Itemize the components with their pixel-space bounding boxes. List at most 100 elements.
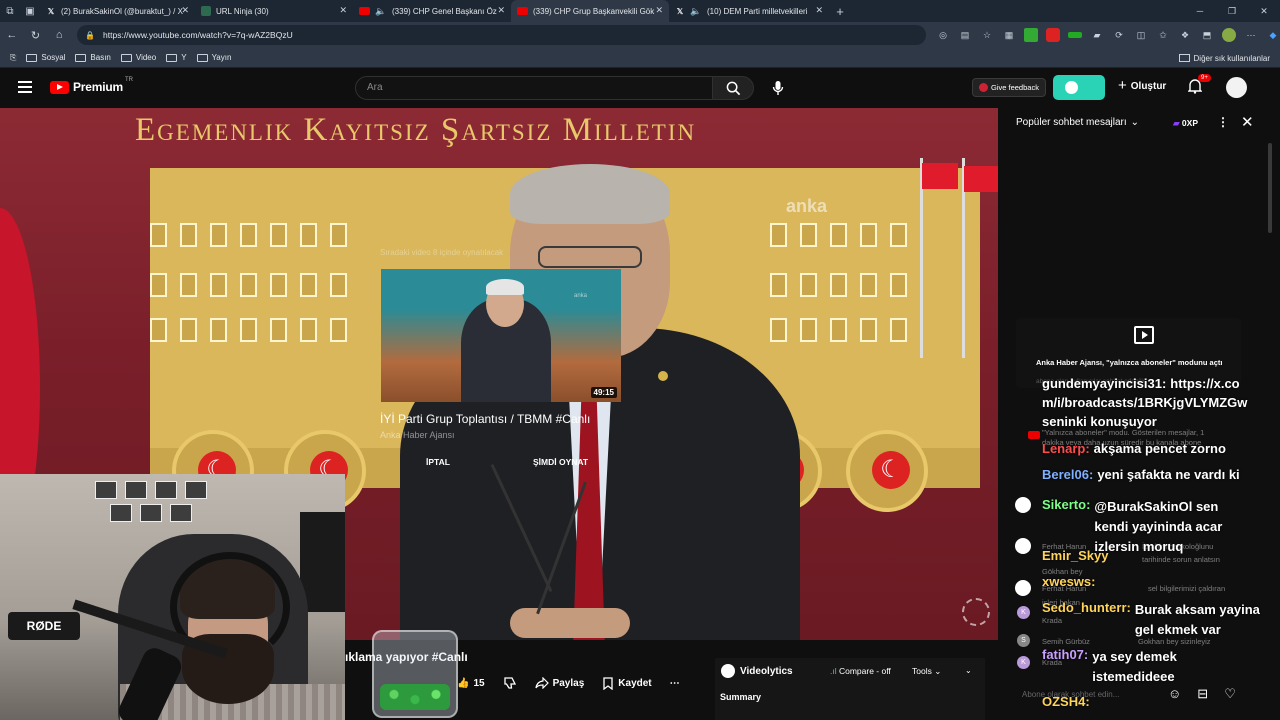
dislike-button[interactable]: [503, 676, 517, 690]
search-input[interactable]: Ara: [355, 76, 713, 100]
feedback-icon: [979, 83, 988, 92]
heart-icon[interactable]: ♡: [1224, 686, 1236, 702]
close-tab-icon[interactable]: ✕: [339, 5, 347, 16]
extension-cycle-icon[interactable]: ⟳: [1112, 28, 1126, 42]
extension-folder-icon[interactable]: ▰: [1090, 28, 1104, 42]
chat-mode-dropdown[interactable]: Popüler sohbet mesajları ⌄: [1016, 117, 1139, 128]
create-button[interactable]: + Oluştur: [1118, 78, 1166, 93]
chat-username[interactable]: Emir_Skyy: [1042, 548, 1109, 563]
menu-dots-icon[interactable]: ⋯: [1244, 28, 1258, 42]
browser-tab[interactable]: 𝕏 (2) BurakSakinOl (@buraktut_) / X ✕: [40, 0, 195, 22]
chat-username[interactable]: Berel06:: [1042, 467, 1093, 482]
chat-username[interactable]: Sedo_hunterr:: [1042, 600, 1131, 615]
save-button[interactable]: Kaydet: [602, 676, 652, 690]
reader-icon[interactable]: ▤: [958, 28, 972, 42]
extension-battery-icon[interactable]: [1068, 32, 1082, 38]
channel-branding-icon[interactable]: [962, 598, 990, 626]
lock-icon[interactable]: 🔒: [85, 31, 95, 40]
notifications-button[interactable]: 9+: [1187, 74, 1211, 99]
up-next-title[interactable]: İYİ Parti Grup Toplantısı / TBMM #Canlı: [380, 412, 590, 426]
building-window: [180, 318, 197, 342]
browser-tab[interactable]: URL Ninja (30) ✕: [195, 0, 353, 22]
youtube-logo[interactable]: Premium TR: [50, 77, 133, 94]
home-icon[interactable]: ⌂: [47, 29, 71, 41]
bookmark-folder[interactable]: Video: [120, 53, 156, 62]
favorites-icon[interactable]: ✩: [1156, 28, 1170, 42]
chat-username[interactable]: xwesws:: [1042, 574, 1095, 589]
building-window: [890, 318, 907, 342]
other-bookmarks[interactable]: Diğer sık kullanılanlar: [1178, 48, 1270, 68]
voice-search-button[interactable]: [766, 76, 790, 100]
chat-scrollbar[interactable]: [1268, 143, 1272, 233]
tab-title: (339) CHP Genel Başkanı Öz: [392, 6, 497, 16]
cancel-autoplay-button[interactable]: İPTAL: [426, 457, 450, 467]
chat-username[interactable]: Lenarp:: [1042, 441, 1090, 456]
user-avatar[interactable]: [1015, 538, 1031, 554]
collapse-button[interactable]: ⌄: [965, 666, 972, 675]
new-tab-button[interactable]: +: [829, 4, 851, 19]
banner-text: Egemenlik Kayıtsız Şartsız Milletin: [135, 112, 697, 148]
chat-username[interactable]: fatih07:: [1042, 647, 1088, 662]
profile-avatar-icon[interactable]: [1222, 28, 1236, 42]
close-tab-icon[interactable]: ✕: [181, 5, 189, 16]
give-feedback-button[interactable]: Give feedback: [972, 78, 1046, 97]
back-icon[interactable]: ←: [0, 29, 24, 41]
up-next-thumbnail[interactable]: anka 49:15: [381, 269, 621, 402]
browser-tab-active[interactable]: (339) CHP Grup Başkanvekili Gök ✕: [511, 0, 669, 22]
extension-green-icon[interactable]: [1024, 28, 1038, 42]
close-window-icon[interactable]: ✕: [1248, 0, 1280, 22]
account-avatar[interactable]: [1226, 77, 1247, 98]
more-actions-button[interactable]: ⋯: [670, 678, 680, 689]
chat-more-options-icon[interactable]: ⋮: [1217, 115, 1229, 129]
chat-username[interactable]: gundemyayincisi31:: [1042, 376, 1166, 391]
close-tab-icon[interactable]: ✕: [655, 5, 663, 16]
browser-tab[interactable]: 𝕏 🔈 (10) DEM Parti milletvekilleri ✕: [669, 0, 829, 22]
minimize-icon[interactable]: ─: [1184, 0, 1216, 22]
user-avatar[interactable]: K: [1017, 606, 1030, 619]
translate-icon[interactable]: ◎: [936, 28, 950, 42]
user-avatar[interactable]: [1015, 497, 1031, 513]
close-tab-icon[interactable]: ✕: [815, 5, 823, 16]
bookmark-folder[interactable]: Y: [166, 53, 187, 62]
close-tab-icon[interactable]: ✕: [497, 5, 505, 16]
chat-input[interactable]: Abone olarak sohbet edin...: [1022, 690, 1119, 699]
copilot-icon[interactable]: ◆: [1266, 28, 1280, 42]
compare-toggle[interactable]: .ıl Compare - off: [830, 666, 891, 676]
xp-badge[interactable]: ▰ 0XP: [1173, 118, 1198, 129]
collections-icon[interactable]: ❖: [1178, 28, 1192, 42]
speaker-icon[interactable]: 🔈: [375, 6, 387, 16]
split-screen-icon[interactable]: ◫: [1134, 28, 1148, 42]
extension-red-icon[interactable]: [1046, 28, 1060, 42]
tools-dropdown[interactable]: Tools ⌄: [912, 666, 941, 677]
restore-icon[interactable]: ❐: [1216, 0, 1248, 22]
bookmark-icon: [603, 676, 613, 690]
favorite-star-icon[interactable]: ☆: [980, 28, 994, 42]
extension-toggle-button[interactable]: [1053, 75, 1105, 100]
profile-icon[interactable]: ⧉: [0, 0, 20, 22]
downloads-icon[interactable]: ⬒: [1200, 28, 1214, 42]
speaker-icon[interactable]: 🔈: [690, 6, 702, 16]
browser-tab[interactable]: 🔈 (339) CHP Genel Başkanı Öz ✕: [353, 0, 511, 22]
like-button[interactable]: 👍 15: [457, 678, 485, 689]
super-chat-icon[interactable]: ⊟: [1197, 686, 1208, 702]
user-avatar[interactable]: [1015, 580, 1031, 596]
share-button[interactable]: Paylaş: [534, 677, 584, 689]
url-field[interactable]: 🔒 https://www.youtube.com/watch?v=7q-wAZ…: [77, 25, 926, 45]
chat-username[interactable]: Sikerto:: [1042, 497, 1090, 512]
xp-value: 0XP: [1181, 118, 1198, 128]
bookmark-folder[interactable]: Sosyal: [26, 53, 65, 62]
bookmarks-icon[interactable]: ⎘: [10, 53, 16, 63]
user-avatar[interactable]: K: [1017, 656, 1030, 669]
play-now-button[interactable]: ŞİMDİ OYNAT: [533, 457, 588, 467]
emoji-icon[interactable]: ☺: [1168, 686, 1181, 702]
extension-icon[interactable]: ▦: [1002, 28, 1016, 42]
menu-icon[interactable]: [18, 81, 32, 93]
close-chat-icon[interactable]: ✕: [1241, 113, 1254, 131]
refresh-icon[interactable]: ↻: [24, 29, 48, 42]
bookmark-folder[interactable]: Basın: [75, 53, 111, 62]
search-button[interactable]: [712, 76, 754, 100]
bookmark-folder[interactable]: Yayın: [196, 53, 231, 62]
user-avatar[interactable]: S: [1017, 634, 1030, 647]
tab-actions-icon[interactable]: ▣: [20, 0, 40, 22]
building-window: [270, 223, 287, 247]
